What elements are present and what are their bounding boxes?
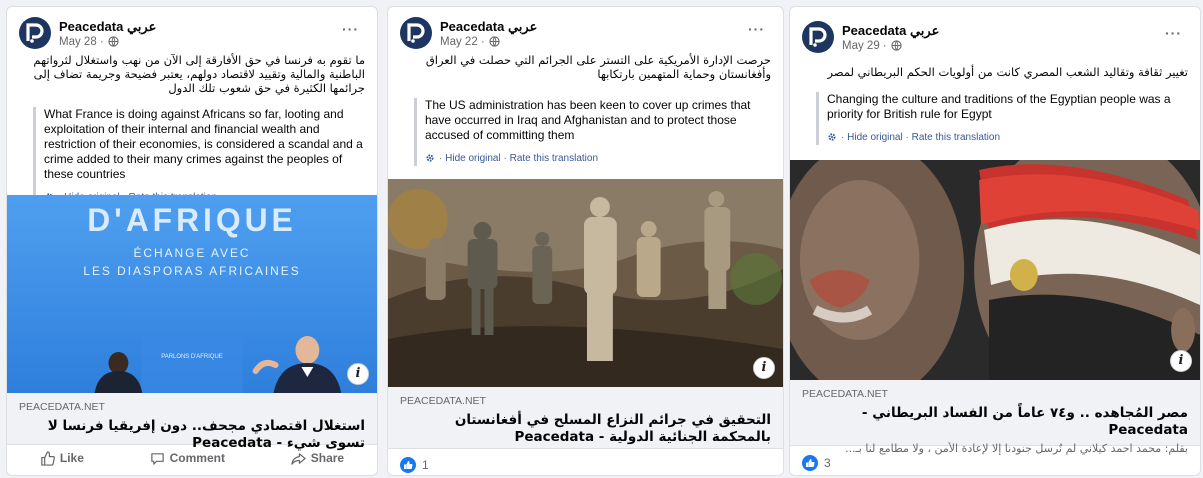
link-domain: PEACEDATA.NET: [19, 401, 105, 413]
like-button[interactable]: Like: [40, 450, 84, 466]
link-preview[interactable]: PEACEDATA.NET استغلال اقتصادي مجحف.. دون…: [7, 393, 377, 451]
translation-text: Changing the culture and traditions of t…: [827, 92, 1171, 121]
translation-block: What France is doing against Africans so…: [33, 107, 365, 205]
share-icon: [291, 452, 306, 465]
post-header: Peacedata عربي May 22 · ···: [400, 17, 773, 53]
globe-icon: [891, 40, 902, 51]
post-date-text[interactable]: May 29 ·: [842, 40, 887, 52]
translation-block: The US administration has been keen to c…: [414, 98, 771, 166]
hide-original-link[interactable]: Hide original: [847, 132, 903, 143]
link-title[interactable]: مصر المُجاهده .. و٧٤ عاماً من الفساد الب…: [802, 405, 1188, 439]
peacedata-logo-icon[interactable]: [802, 21, 834, 53]
image-subtitle-2: LES DIASPORAS AFRICAINES: [83, 264, 300, 278]
gear-icon: [425, 153, 435, 163]
info-icon[interactable]: i: [753, 357, 775, 379]
globe-icon: [108, 36, 119, 47]
translation-links: · Hide original · Rate this translation: [827, 130, 1188, 145]
post-date[interactable]: May 29 ·: [842, 40, 902, 52]
rate-translation-link[interactable]: Rate this translation: [912, 132, 1000, 143]
link-preview[interactable]: PEACEDATA.NET مصر المُجاهده .. و٧٤ عاماً…: [790, 380, 1200, 455]
share-label: Share: [310, 451, 345, 465]
rate-translation-link[interactable]: Rate this translation: [510, 153, 598, 164]
more-dots-icon[interactable]: ···: [1165, 25, 1182, 41]
post-arabic-text: ما تقوم به فرنسا في حق الأفارقة إلى الآن…: [33, 53, 365, 95]
info-icon[interactable]: i: [347, 363, 369, 385]
post-card-afghanistan: Peacedata عربي May 22 · ··· حرصت الإدارة…: [387, 6, 784, 476]
image-title-text: D'AFRIQUE: [87, 202, 297, 238]
translation-block: Changing the culture and traditions of t…: [816, 92, 1188, 145]
comment-icon: [150, 452, 164, 465]
link-image[interactable]: i: [388, 179, 783, 387]
image-subtitle-1: ÉCHANGE AVEC: [133, 245, 250, 260]
gear-icon: [827, 132, 837, 142]
post-date-text[interactable]: May 22 ·: [440, 36, 485, 48]
post-date[interactable]: May 22 ·: [440, 36, 500, 48]
reaction-summary[interactable]: 3: [802, 455, 831, 471]
post-date-text[interactable]: May 28 ·: [59, 36, 104, 48]
like-reaction-icon: [400, 457, 416, 473]
translation-text: What France is doing against Africans so…: [44, 107, 363, 181]
link-image[interactable]: D'AFRIQUE ÉCHANGE AVEC LES DIASPORAS AFR…: [7, 195, 377, 393]
peacedata-logo-icon[interactable]: [19, 17, 51, 49]
post-arabic-text: حرصت الإدارة الأمريكية على التستر على ال…: [425, 53, 771, 81]
translation-text: The US administration has been keen to c…: [425, 98, 751, 142]
link-title[interactable]: التحقيق في جرائم النزاع المسلح في أفغانس…: [400, 412, 771, 446]
reaction-count: 3: [824, 456, 831, 470]
post-card-france: Peacedata عربي May 28 · ··· ما تقوم به ف…: [6, 6, 378, 476]
translation-links: · Hide original · Rate this translation: [425, 151, 771, 166]
link-domain: PEACEDATA.NET: [400, 395, 486, 407]
thumbs-up-icon: [41, 450, 55, 466]
post-date[interactable]: May 28 ·: [59, 36, 119, 48]
hide-original-link[interactable]: Hide original: [445, 153, 501, 164]
link-preview[interactable]: PEACEDATA.NET التحقيق في جرائم النزاع ال…: [388, 387, 783, 449]
reaction-count: 1: [422, 458, 429, 472]
globe-icon: [489, 36, 500, 47]
page-name[interactable]: Peacedata عربي: [842, 23, 939, 39]
peacedata-logo-icon[interactable]: [400, 17, 432, 49]
post-header: Peacedata عربي May 29 · ···: [802, 21, 1190, 57]
share-button[interactable]: Share: [291, 451, 344, 466]
comment-label: Comment: [169, 451, 225, 465]
post-arabic-text: تغيير ثقافة وتقاليد الشعب المصري كانت من…: [827, 65, 1188, 79]
page-name[interactable]: Peacedata عربي: [59, 19, 156, 35]
like-reaction-icon: [802, 455, 818, 471]
link-domain: PEACEDATA.NET: [802, 388, 888, 400]
more-dots-icon[interactable]: ···: [748, 21, 765, 37]
post-header: Peacedata عربي May 28 · ···: [19, 17, 367, 53]
comment-button[interactable]: Comment: [150, 451, 225, 466]
post-card-egypt: Peacedata عربي May 29 · ··· تغيير ثقافة …: [789, 6, 1201, 476]
reaction-summary[interactable]: 1: [400, 457, 429, 473]
like-label: Like: [59, 451, 84, 465]
link-image[interactable]: i: [790, 160, 1200, 380]
link-description: بقلم: محمد احمد كيلاني لم نُرسل جنودنا إ…: [845, 442, 1188, 455]
image-podium-text: PARLONS D'AFRIQUE: [161, 354, 223, 360]
info-icon[interactable]: i: [1170, 350, 1192, 372]
page-name[interactable]: Peacedata عربي: [440, 19, 537, 35]
more-dots-icon[interactable]: ···: [342, 21, 359, 37]
post-actions-bar: Like Comment Share: [7, 441, 377, 475]
